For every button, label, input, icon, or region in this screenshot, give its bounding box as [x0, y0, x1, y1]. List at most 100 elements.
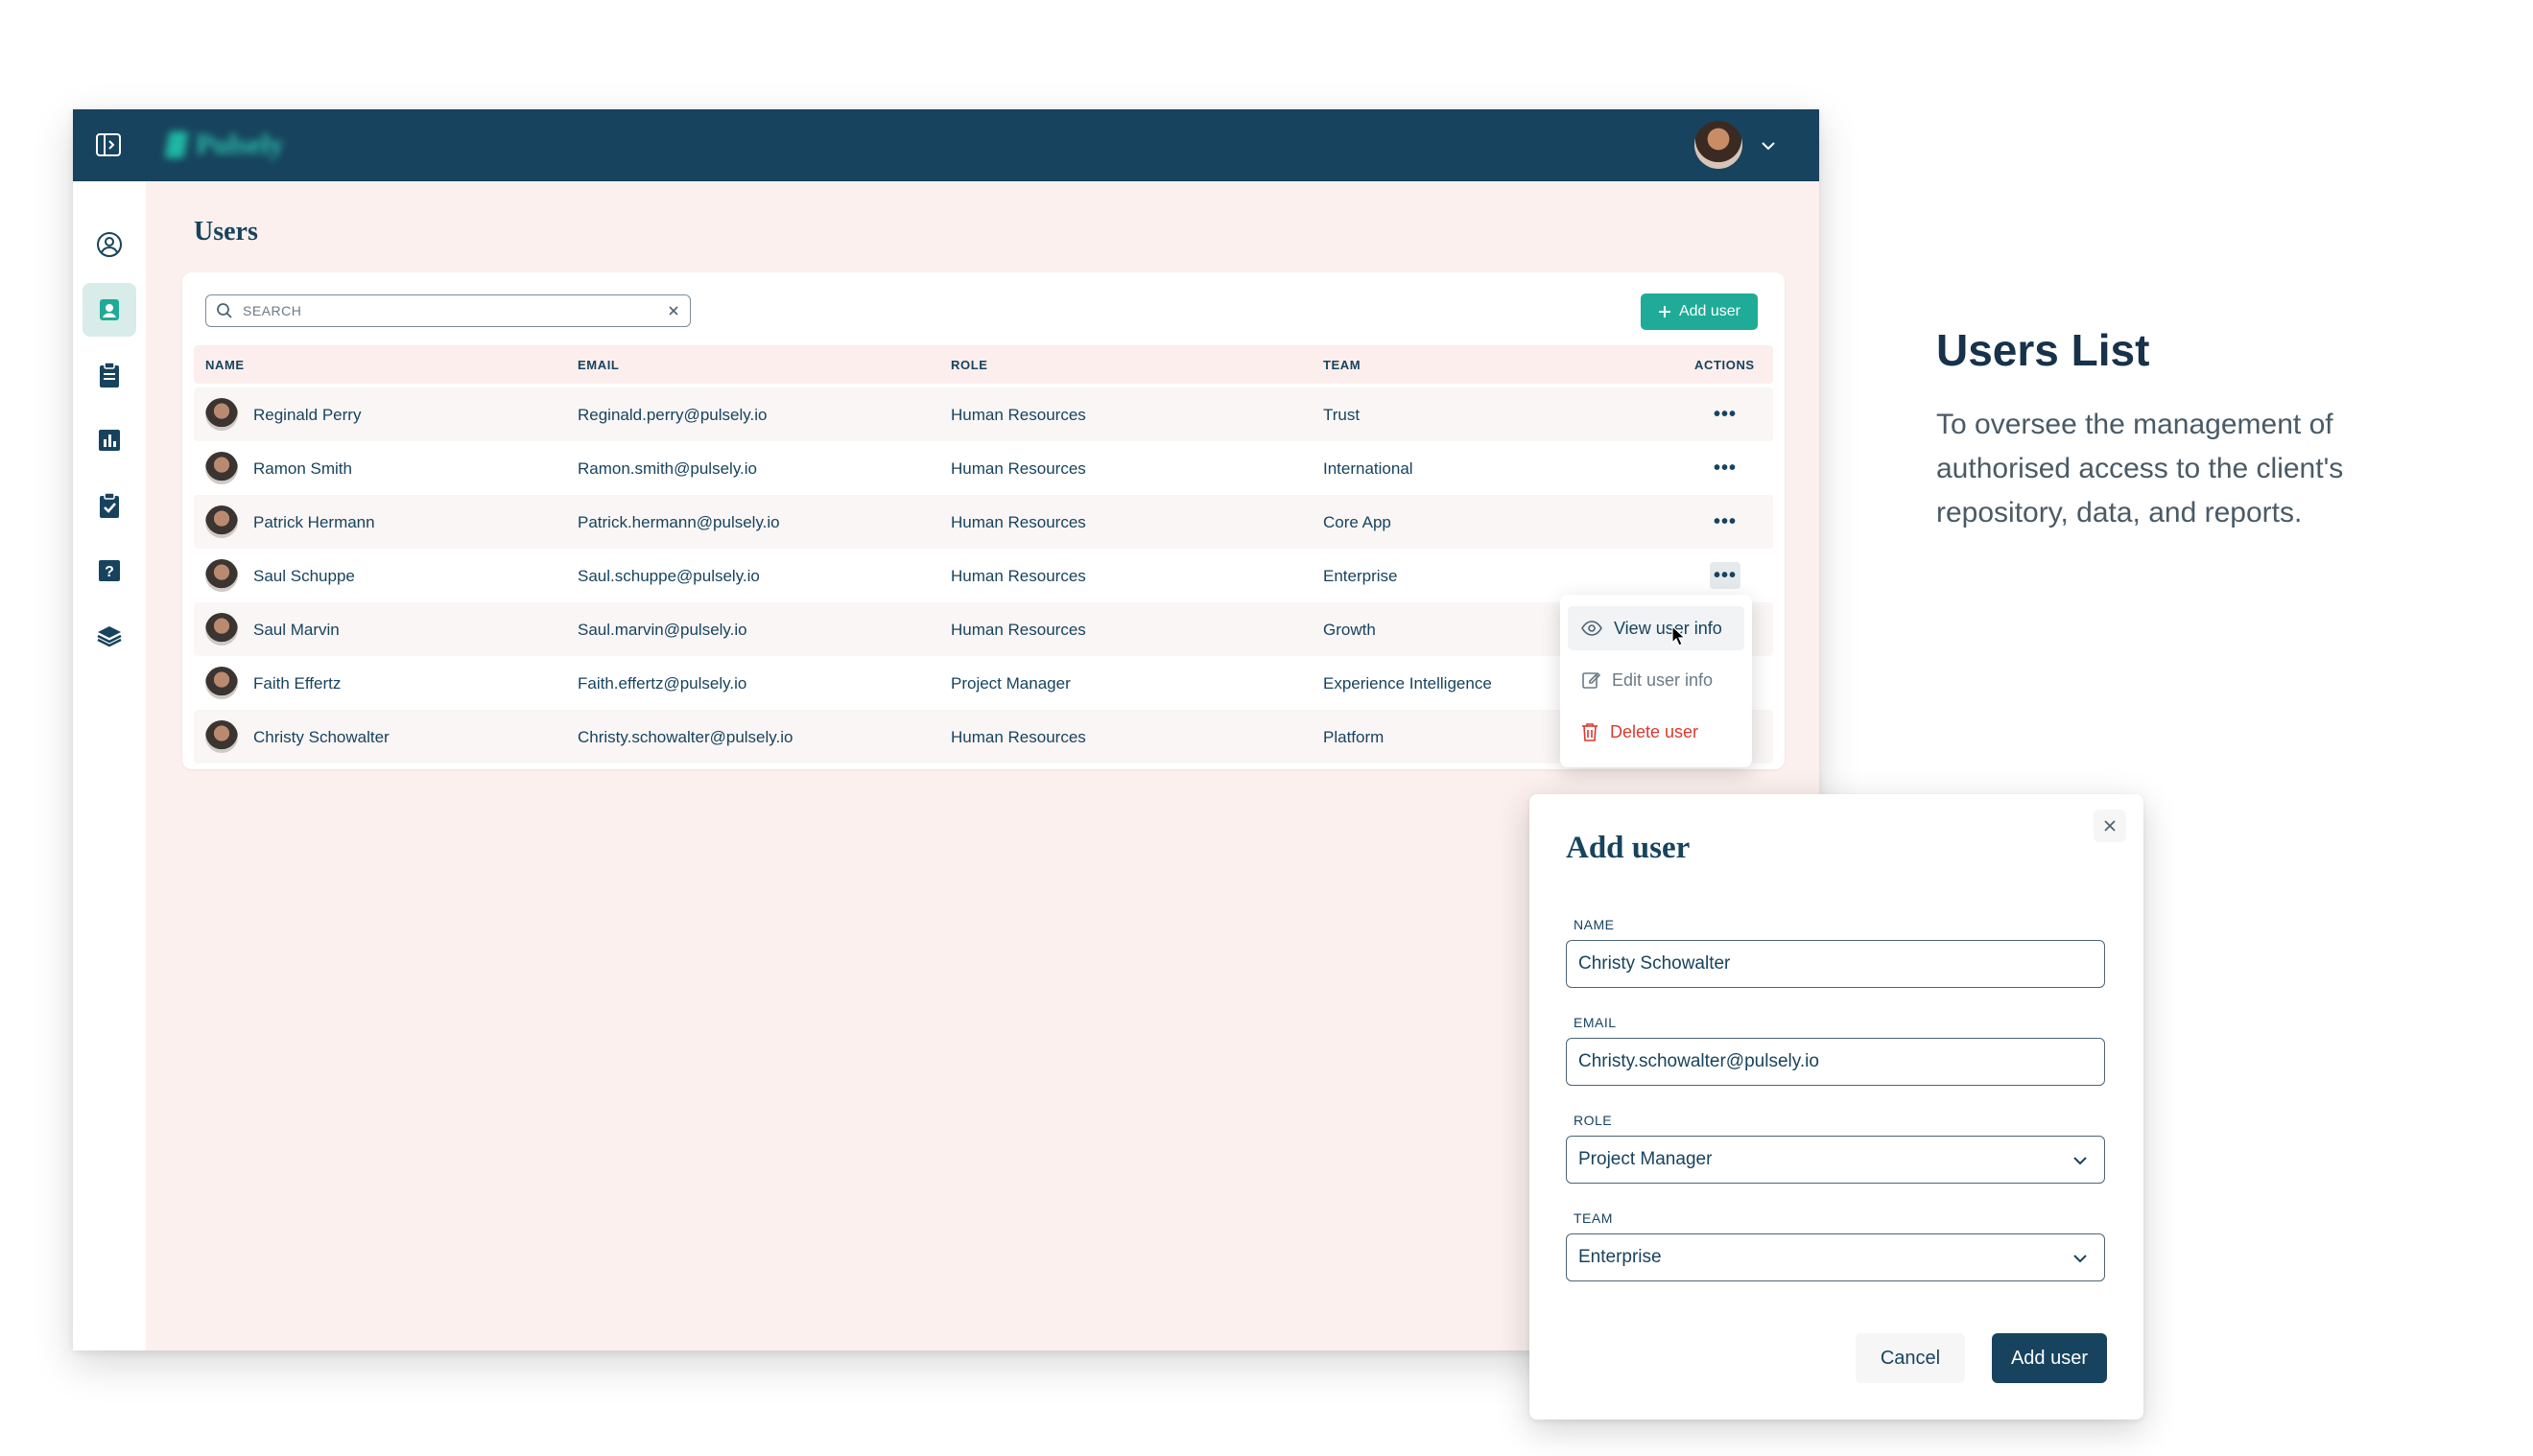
user-email: Saul.schuppe@pulsely.io — [578, 567, 760, 585]
sidebar-item-reports[interactable] — [83, 348, 136, 402]
add-user-button[interactable]: Add user — [1641, 294, 1758, 330]
email-field-label: EMAIL — [1574, 1015, 1617, 1030]
clipboard-icon — [100, 362, 119, 387]
dialog-title: Add user — [1566, 831, 1691, 865]
table-row[interactable]: Reginald Perry Reginald.perry@pulsely.io… — [194, 387, 1773, 441]
user-name: Saul Marvin — [253, 621, 340, 639]
menu-item-label: Delete user — [1610, 721, 1699, 741]
table-row[interactable]: Saul Schuppe Saul.schuppe@pulsely.io Hum… — [194, 549, 1773, 602]
user-team: International — [1323, 459, 1413, 478]
user-team: Trust — [1323, 406, 1361, 424]
user-circle-icon — [97, 232, 122, 257]
add-user-label: Add user — [1678, 303, 1741, 319]
mouse-cursor-icon — [1671, 625, 1687, 646]
layers-icon — [97, 626, 122, 647]
user-name: Faith Effertz — [253, 674, 342, 693]
search-icon — [217, 303, 232, 318]
edit-icon — [1582, 671, 1600, 689]
menu-item-edit-user-info[interactable]: Edit user info — [1568, 658, 1744, 702]
table-row[interactable]: Ramon Smith Ramon.smith@pulsely.io Human… — [194, 441, 1773, 495]
column-header-name[interactable]: NAME — [205, 358, 245, 372]
user-role: Project Manager — [951, 674, 1071, 693]
users-card: Add user NAME EMAIL ROLE TEAM ACTIONS Re… — [182, 272, 1785, 769]
name-field-label: NAME — [1574, 917, 1615, 932]
column-header-actions: ACTIONS — [1694, 358, 1755, 372]
page-title: Users — [194, 217, 258, 247]
chevron-down-icon — [2073, 1157, 2087, 1165]
email-field-wrapper[interactable] — [1566, 1038, 2105, 1086]
user-avatar[interactable] — [1694, 121, 1742, 169]
user-team: Core App — [1323, 513, 1391, 531]
sidebar-item-analytics[interactable] — [83, 413, 136, 467]
avatar — [205, 613, 238, 646]
help-icon: ? — [99, 560, 120, 581]
avatar — [205, 505, 238, 538]
column-header-team[interactable]: TEAM — [1323, 358, 1361, 372]
menu-item-view-user-info[interactable]: View user info — [1568, 606, 1744, 650]
user-email: Ramon.smith@pulsely.io — [578, 459, 758, 478]
table-row[interactable]: Saul Marvin Saul.marvin@pulsely.io Human… — [194, 602, 1773, 656]
sidebar-item-profile[interactable] — [83, 218, 136, 271]
sidebar: ? — [73, 181, 146, 1350]
role-field-label: ROLE — [1574, 1113, 1613, 1128]
name-field-wrapper[interactable] — [1566, 940, 2105, 988]
sidebar-item-layers[interactable] — [83, 609, 136, 663]
more-actions-button-active[interactable]: ••• — [1710, 562, 1740, 589]
bar-chart-icon — [99, 430, 120, 451]
table-row[interactable]: Christy Schowalter Christy.schowalter@pu… — [194, 710, 1773, 763]
cancel-button[interactable]: Cancel — [1856, 1333, 1965, 1383]
user-name: Reginald Perry — [253, 406, 362, 424]
sidebar-toggle-icon[interactable] — [94, 130, 123, 159]
role-select[interactable]: Project Manager — [1566, 1136, 2105, 1184]
avatar — [205, 667, 238, 699]
user-team: Enterprise — [1323, 567, 1398, 585]
table-row[interactable]: Faith Effertz Faith.effertz@pulsely.io P… — [194, 656, 1773, 710]
avatar — [205, 559, 238, 592]
user-role: Human Resources — [951, 621, 1086, 639]
trash-icon — [1582, 723, 1598, 741]
user-email: Reginald.perry@pulsely.io — [578, 406, 768, 424]
user-name: Christy Schowalter — [253, 728, 390, 746]
menu-item-delete-user[interactable]: Delete user — [1568, 710, 1744, 754]
user-role: Human Resources — [951, 513, 1086, 531]
sidebar-item-users[interactable] — [83, 283, 136, 337]
avatar — [205, 720, 238, 753]
sidebar-item-tasks[interactable] — [83, 479, 136, 532]
user-role: Human Resources — [951, 728, 1086, 746]
user-team: Experience Intelligence — [1323, 674, 1492, 693]
name-field[interactable] — [1578, 953, 2093, 975]
avatar — [205, 452, 238, 484]
submit-add-user-button[interactable]: Add user — [1992, 1333, 2107, 1383]
info-description: To oversee the management of authorised … — [1936, 409, 2344, 528]
more-actions-button[interactable]: ••• — [1710, 455, 1740, 481]
app-logo[interactable]: Pulsely — [164, 129, 284, 161]
column-header-role[interactable]: ROLE — [951, 358, 988, 372]
menu-item-label: View user info — [1614, 618, 1722, 638]
close-dialog-button[interactable] — [2094, 810, 2126, 842]
more-actions-button[interactable]: ••• — [1710, 508, 1740, 535]
sidebar-item-help[interactable]: ? — [83, 544, 136, 598]
chevron-down-icon — [2073, 1255, 2087, 1263]
column-header-email[interactable]: EMAIL — [578, 358, 619, 372]
plus-icon — [1658, 306, 1670, 317]
team-field-label: TEAM — [1574, 1210, 1613, 1226]
user-role: Human Resources — [951, 459, 1086, 478]
user-email: Patrick.hermann@pulsely.io — [578, 513, 780, 531]
user-role: Human Resources — [951, 406, 1086, 424]
top-bar: Pulsely — [73, 109, 1819, 181]
user-email: Faith.effertz@pulsely.io — [578, 674, 747, 693]
search-box[interactable] — [205, 294, 691, 327]
table-row[interactable]: Patrick Hermann Patrick.hermann@pulsely.… — [194, 495, 1773, 549]
avatar — [205, 398, 238, 431]
search-input[interactable] — [243, 303, 667, 318]
chevron-down-icon[interactable] — [1758, 135, 1779, 156]
add-user-dialog: Add user NAME EMAIL ROLE Project Manager… — [1529, 794, 2143, 1420]
more-actions-button[interactable]: ••• — [1710, 401, 1740, 428]
email-field[interactable] — [1578, 1051, 2093, 1072]
user-name: Patrick Hermann — [253, 513, 375, 531]
logo-text: Pulsely — [196, 129, 284, 160]
user-role: Human Resources — [951, 567, 1086, 585]
team-select[interactable]: Enterprise — [1566, 1233, 2105, 1281]
logo-mark-icon — [164, 131, 189, 158]
eye-icon — [1581, 621, 1602, 636]
